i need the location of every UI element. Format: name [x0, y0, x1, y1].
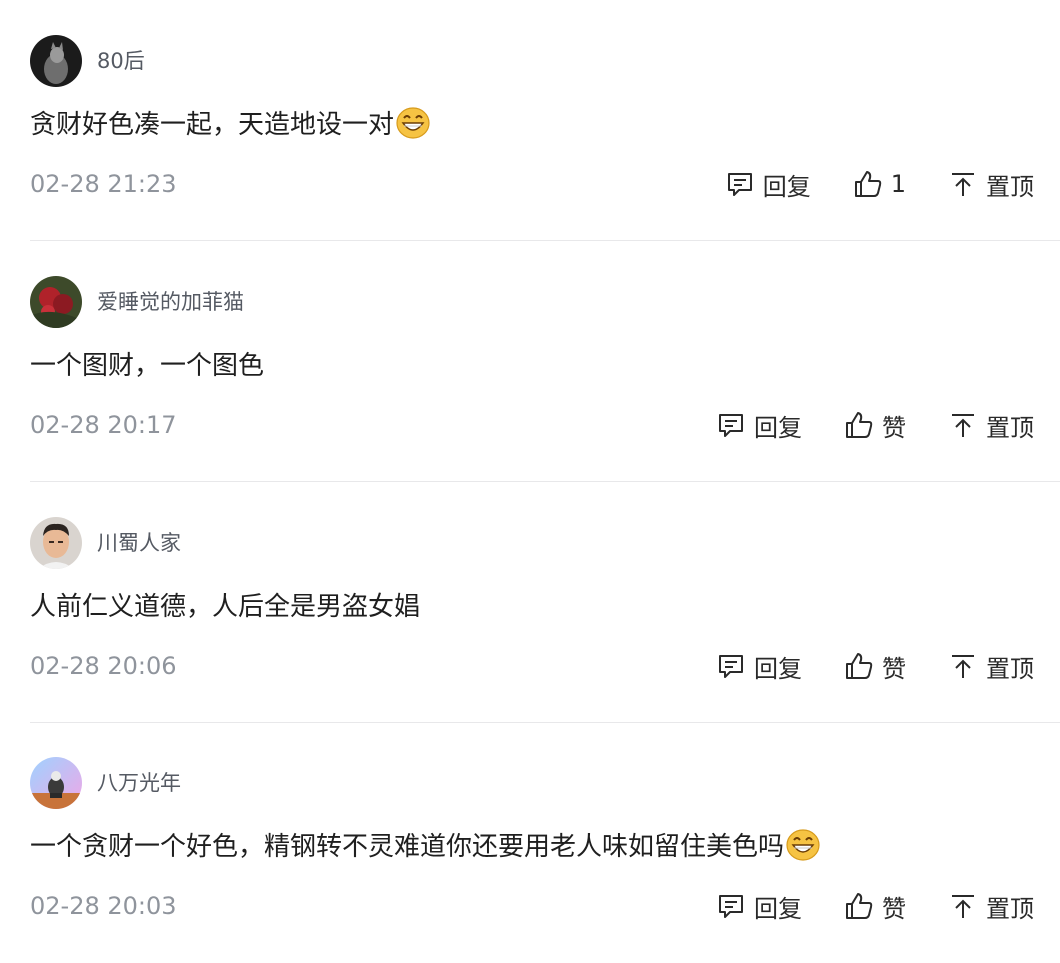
username[interactable]: 80后 [97, 46, 145, 76]
reply-button[interactable]: 回复 [716, 408, 802, 443]
comment-text-body: 贪财好色凑一起，天造地设一对 [30, 110, 395, 140]
thumbs-up-icon [844, 651, 874, 681]
pin-label: 置顶 [986, 654, 1034, 683]
comment-text-body: 一个贪财一个好色，精钢转不灵难道你还要用老人味如留住美色吗 [30, 832, 785, 862]
comment-item: 爱睡觉的加菲猫 一个图财，一个图色 02-28 20:17 回复 赞 置顶 [0, 241, 1060, 482]
avatar[interactable] [30, 35, 82, 87]
comment-list: 80后 贪财好色凑一起，天造地设一对 02-28 21:23 回复 1 置顶 爱… [0, 0, 1060, 934]
comment-icon [716, 891, 746, 921]
timestamp: 02-28 20:17 [30, 411, 177, 439]
timestamp: 02-28 20:03 [30, 892, 177, 920]
grinning-emoji-icon [786, 829, 820, 861]
comment-text: 一个图财，一个图色 [30, 346, 264, 386]
like-count: 1 [890, 170, 906, 198]
like-button[interactable]: 赞 [844, 408, 906, 443]
thumbs-up-icon [844, 410, 874, 440]
like-label: 赞 [882, 654, 906, 683]
timestamp: 02-28 20:06 [30, 652, 177, 680]
timestamp: 02-28 21:23 [30, 170, 177, 198]
pin-to-top-icon [948, 169, 978, 199]
comment-text: 一个贪财一个好色，精钢转不灵难道你还要用老人味如留住美色吗 [30, 827, 820, 867]
username[interactable]: 爱睡觉的加菲猫 [97, 287, 244, 317]
username[interactable]: 八万光年 [97, 768, 181, 798]
pin-label: 置顶 [986, 413, 1034, 442]
avatar[interactable] [30, 517, 82, 569]
comment-text: 人前仁义道德，人后全是男盗女娼 [30, 587, 420, 627]
comment-item: 80后 贪财好色凑一起，天造地设一对 02-28 21:23 回复 1 置顶 [0, 0, 1060, 241]
comment-text-body: 一个图财，一个图色 [30, 351, 265, 381]
pin-button[interactable]: 置顶 [948, 649, 1034, 684]
like-label: 赞 [882, 413, 906, 442]
avatar[interactable] [30, 276, 82, 328]
pin-button[interactable]: 置顶 [948, 408, 1034, 443]
comment-actions: 回复 赞 置顶 [716, 405, 1034, 445]
comment-text-body: 人前仁义道德，人后全是男盗女娼 [30, 592, 421, 622]
comment-item: 八万光年 一个贪财一个好色，精钢转不灵难道你还要用老人味如留住美色吗 02-28… [0, 722, 1060, 963]
comment-text: 贪财好色凑一起，天造地设一对 [30, 105, 430, 145]
comment-icon [716, 410, 746, 440]
reply-button[interactable]: 回复 [716, 889, 802, 924]
comment-actions: 回复 赞 置顶 [716, 886, 1034, 926]
pin-button[interactable]: 置顶 [948, 167, 1034, 202]
reply-label: 回复 [754, 413, 802, 442]
comment-icon [716, 651, 746, 681]
like-button[interactable]: 1 [853, 169, 906, 199]
pin-button[interactable]: 置顶 [948, 889, 1034, 924]
reply-label: 回复 [754, 894, 802, 923]
pin-to-top-icon [948, 410, 978, 440]
grinning-emoji-icon [396, 107, 430, 139]
thumbs-up-icon [853, 169, 883, 199]
reply-button[interactable]: 回复 [716, 649, 802, 684]
reply-button[interactable]: 回复 [725, 167, 811, 202]
pin-label: 置顶 [986, 172, 1034, 201]
pin-to-top-icon [948, 651, 978, 681]
thumbs-up-icon [844, 891, 874, 921]
comment-actions: 回复 1 置顶 [725, 164, 1034, 204]
avatar[interactable] [30, 757, 82, 809]
comment-actions: 回复 赞 置顶 [716, 646, 1034, 686]
reply-label: 回复 [762, 172, 811, 201]
like-button[interactable]: 赞 [844, 889, 906, 924]
pin-label: 置顶 [986, 894, 1034, 923]
pin-to-top-icon [948, 891, 978, 921]
username[interactable]: 川蜀人家 [97, 528, 181, 558]
like-label: 赞 [882, 894, 906, 923]
comment-icon [725, 169, 755, 199]
comment-item: 川蜀人家 人前仁义道德，人后全是男盗女娼 02-28 20:06 回复 赞 置顶 [0, 482, 1060, 723]
like-button[interactable]: 赞 [844, 649, 906, 684]
reply-label: 回复 [754, 654, 802, 683]
